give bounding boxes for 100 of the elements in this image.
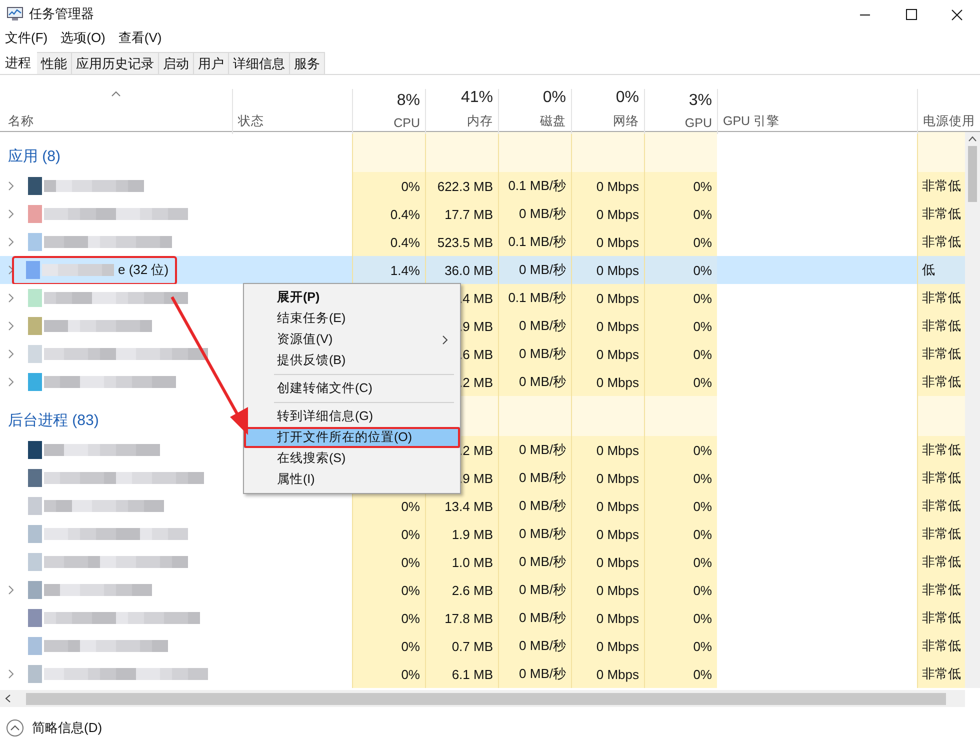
table-cell: 非常低 <box>917 660 965 688</box>
tab[interactable]: 详细信息 <box>229 52 290 74</box>
expand-chevron-icon[interactable] <box>8 377 14 387</box>
table-cell: 0 MB/秒 <box>498 464 571 492</box>
vertical-scrollbar[interactable] <box>965 132 980 688</box>
table-cell: 0% <box>352 492 425 520</box>
table-cell: 0% <box>644 200 717 228</box>
window-title: 任务管理器 <box>29 5 94 23</box>
table-cell: 0% <box>644 256 717 284</box>
table-cell: 非常低 <box>917 172 965 200</box>
column-label: CPU <box>394 116 420 130</box>
table-cell: 0% <box>644 312 717 340</box>
table-cell: 非常低 <box>917 548 965 576</box>
column-label: 网络 <box>613 113 639 130</box>
expand-chevron-icon[interactable] <box>8 349 14 359</box>
table-cell: 0 Mbps <box>571 548 644 576</box>
table-cell: 非常低 <box>917 228 965 256</box>
table-cell: 17.7 MB <box>425 200 498 228</box>
horizontal-scrollbar[interactable] <box>0 690 965 707</box>
column-header[interactable]: 名称 <box>0 89 232 134</box>
group-title: 应用 (8) <box>8 147 60 166</box>
table-cell: 低 <box>917 256 965 284</box>
table-cell <box>917 132 965 172</box>
table-cell: 0 MB/秒 <box>498 660 571 688</box>
tab[interactable]: 服务 <box>290 52 325 74</box>
expand-chevron-icon[interactable] <box>8 209 14 219</box>
table-cell: 17.8 MB <box>425 604 498 632</box>
column-percent: 41% <box>460 89 493 107</box>
table-cell: 0% <box>644 464 717 492</box>
table-cell: 0% <box>352 520 425 548</box>
menu-item[interactable]: 文件(F) <box>5 29 48 47</box>
table-cell: 非常低 <box>917 632 965 660</box>
table-cell: 6.1 MB <box>425 660 498 688</box>
column-label: 内存 <box>467 113 493 130</box>
table-cell: 1.4% <box>352 256 425 284</box>
table-cell: 0 MB/秒 <box>498 256 571 284</box>
expand-chevron-icon[interactable] <box>8 293 14 303</box>
table-cell: 0 Mbps <box>571 228 644 256</box>
scroll-thumb[interactable] <box>26 692 946 704</box>
table-cell: 0 MB/秒 <box>498 436 571 464</box>
table-cell: 0 Mbps <box>571 340 644 368</box>
menu-item[interactable]: 选项(O) <box>60 29 106 47</box>
task-manager-icon <box>7 7 23 21</box>
group-title: 后台进程 (83) <box>8 411 99 430</box>
column-label: 电源使用 <box>923 113 975 130</box>
expand-chevron-icon[interactable] <box>8 585 14 595</box>
tab[interactable]: 应用历史记录 <box>72 52 159 74</box>
table-cell: 非常低 <box>917 604 965 632</box>
table-cell: 0 Mbps <box>571 520 644 548</box>
column-header[interactable]: GPU 引擎 <box>717 89 917 134</box>
column-label: 状态 <box>238 113 265 130</box>
table-cell: 0 Mbps <box>571 464 644 492</box>
table-cell: 非常低 <box>917 464 965 492</box>
table-cell: 622.3 MB <box>425 172 498 200</box>
table-cell: 0.4% <box>352 200 425 228</box>
table-cell: 0 MB/秒 <box>498 200 571 228</box>
table-cell: 0% <box>644 340 717 368</box>
table-cell: 0.1 MB/秒 <box>498 228 571 256</box>
table-cell: 0% <box>352 604 425 632</box>
expand-chevron-icon[interactable] <box>8 265 14 275</box>
table-cell: 0% <box>644 604 717 632</box>
column-percent: 8% <box>396 92 420 110</box>
table-cell: 非常低 <box>917 520 965 548</box>
tab[interactable]: 启动 <box>159 52 194 74</box>
fewer-details-link[interactable]: 简略信息(D) <box>32 719 102 737</box>
table-cell: 0% <box>352 576 425 604</box>
table-cell: 0 Mbps <box>571 660 644 688</box>
context-menu-item[interactable]: 打开文件所在的位置(O) <box>244 427 460 448</box>
table-cell: 13.4 MB <box>425 492 498 520</box>
sort-caret-icon <box>111 91 121 97</box>
table-cell: 0 Mbps <box>571 256 644 284</box>
expand-chevron-icon[interactable] <box>8 237 14 247</box>
table-cell: 0% <box>644 548 717 576</box>
table-cell: 0% <box>644 172 717 200</box>
table-cell: 非常低 <box>917 492 965 520</box>
table-cell: 0% <box>352 632 425 660</box>
expand-chevron-icon[interactable] <box>8 181 14 191</box>
table-cell: 非常低 <box>917 312 965 340</box>
table-cell: 0% <box>644 368 717 396</box>
table-cell: 0.4% <box>352 228 425 256</box>
table-cell: 非常低 <box>917 436 965 464</box>
column-label: GPU <box>684 116 712 130</box>
table-cell: 0% <box>644 520 717 548</box>
table-cell: 非常低 <box>917 576 965 604</box>
table-cell: 0% <box>644 492 717 520</box>
table-cell: 0% <box>352 172 425 200</box>
scroll-thumb[interactable] <box>968 146 977 202</box>
collapse-up-icon[interactable] <box>6 719 24 737</box>
table-cell: 36.0 MB <box>425 256 498 284</box>
menu-item[interactable]: 查看(V) <box>118 29 162 47</box>
context-menu-item[interactable]: 转到详细信息(G) <box>244 406 460 427</box>
tab[interactable]: 用户 <box>194 52 229 74</box>
table-cell: 0.1 MB/秒 <box>498 172 571 200</box>
column-header[interactable]: 状态 <box>232 89 352 134</box>
table-cell: 0 MB/秒 <box>498 576 571 604</box>
tab[interactable]: 性能 <box>37 52 72 74</box>
expand-chevron-icon[interactable] <box>8 321 14 331</box>
table-cell: 0 MB/秒 <box>498 632 571 660</box>
expand-chevron-icon[interactable] <box>8 669 14 679</box>
column-label: 磁盘 <box>540 113 566 130</box>
